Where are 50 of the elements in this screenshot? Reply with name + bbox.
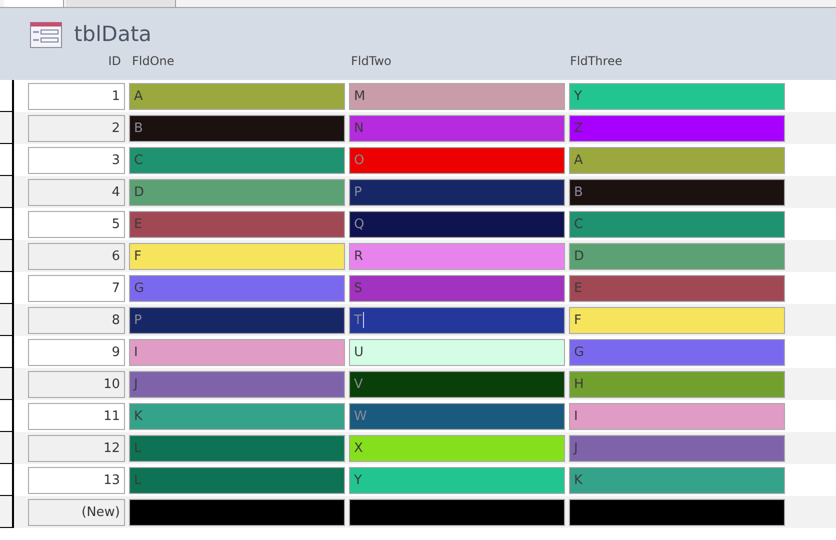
text-field[interactable]: K: [129, 402, 345, 430]
form-icon: [30, 22, 62, 48]
text-field[interactable]: U: [349, 338, 565, 366]
text-field[interactable]: D: [129, 178, 345, 206]
text-field[interactable]: X: [349, 434, 565, 462]
text-field[interactable]: G: [129, 274, 345, 302]
text-field[interactable]: R: [349, 242, 565, 270]
text-field[interactable]: I: [569, 402, 785, 430]
text-field[interactable]: P: [129, 306, 345, 334]
text-cursor: [362, 312, 364, 328]
text-field[interactable]: Q: [349, 210, 565, 238]
text-field[interactable]: A: [569, 146, 785, 174]
id-field[interactable]: 4: [28, 178, 125, 206]
id-field[interactable]: 1: [28, 82, 125, 110]
text-field[interactable]: F: [129, 242, 345, 270]
id-field[interactable]: 3: [28, 146, 125, 174]
text-field[interactable]: D: [569, 242, 785, 270]
id-field[interactable]: 6: [28, 242, 125, 270]
text-field[interactable]: M: [349, 82, 565, 110]
record-selector[interactable]: [0, 496, 14, 528]
id-field[interactable]: 13: [28, 466, 125, 494]
text-field[interactable]: F: [569, 306, 785, 334]
id-field[interactable]: 8: [28, 306, 125, 334]
id-field[interactable]: 9: [28, 338, 125, 366]
text-field[interactable]: H: [569, 370, 785, 398]
id-field[interactable]: 11: [28, 402, 125, 430]
id-field[interactable]: 7: [28, 274, 125, 302]
column-header: FldTwo: [351, 54, 392, 68]
text-field[interactable]: T: [349, 306, 565, 334]
id-field[interactable]: 10: [28, 370, 125, 398]
text-field[interactable]: B: [129, 114, 345, 142]
id-field[interactable]: 5: [28, 210, 125, 238]
id-field[interactable]: 12: [28, 434, 125, 462]
text-field[interactable]: V: [349, 370, 565, 398]
text-field[interactable]: G: [569, 338, 785, 366]
id-field[interactable]: 2: [28, 114, 125, 142]
column-header: FldThree: [570, 54, 622, 68]
text-field[interactable]: K: [569, 466, 785, 494]
text-field[interactable]: B: [569, 178, 785, 206]
text-field[interactable]: Y: [569, 82, 785, 110]
text-field[interactable]: P: [349, 178, 565, 206]
text-field[interactable]: C: [569, 210, 785, 238]
column-header: FldOne: [132, 54, 174, 68]
text-field[interactable]: C: [129, 146, 345, 174]
column-header: ID: [107, 53, 121, 70]
text-field[interactable]: A: [129, 82, 345, 110]
form-title: tblData: [74, 21, 152, 48]
text-field[interactable]: Y: [349, 466, 565, 494]
text-field[interactable]: I: [129, 338, 345, 366]
id-field[interactable]: (New): [28, 498, 125, 526]
